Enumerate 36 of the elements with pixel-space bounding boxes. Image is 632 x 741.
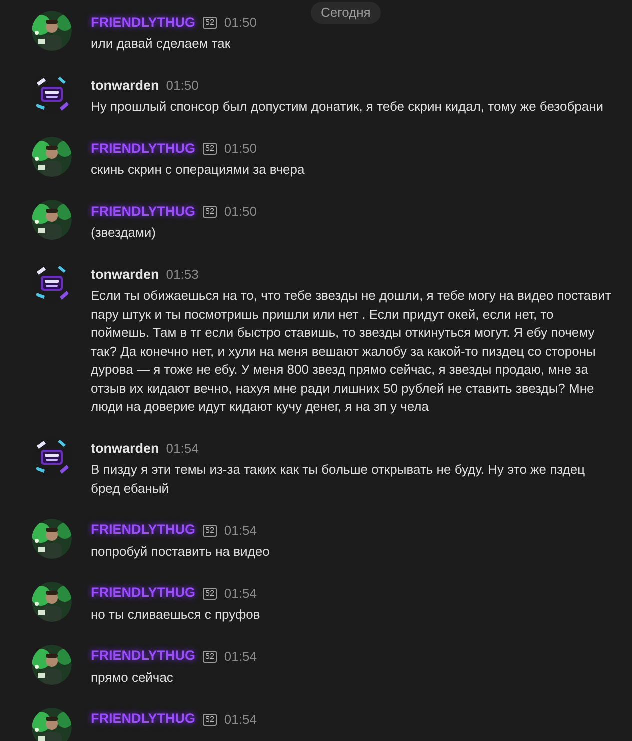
author-name[interactable]: FRIENDLYTHUG xyxy=(91,202,196,222)
author-name[interactable]: FRIENDLYTHUG xyxy=(91,520,196,541)
level-badge: 52 xyxy=(202,714,218,726)
level-badge: 52 xyxy=(202,524,218,536)
message-time: 01:50 xyxy=(224,203,257,222)
author-name[interactable]: tonwarden xyxy=(91,76,160,96)
message-time: 01:54 xyxy=(224,522,257,540)
level-badge: 52 xyxy=(202,17,218,29)
message-text: скинь скрин с операциями за вчера xyxy=(91,161,305,179)
message-time: 01:54 xyxy=(224,648,257,666)
level-badge: 52 xyxy=(202,143,218,155)
level-badge: 52 xyxy=(202,650,218,662)
message-text: (звездами) xyxy=(91,224,158,242)
author-name[interactable]: FRIENDLYTHUG xyxy=(91,138,196,160)
message-time: 01:53 xyxy=(166,266,199,284)
message-text: В пизду я эти темы из-за таких как ты больше открывать не буду. Ну это же пздец бред ебаный xyxy=(91,461,586,498)
author-name[interactable]: FRIENDLYTHUG xyxy=(91,583,196,604)
message-text: прямо сейчас xyxy=(91,668,174,687)
author-name[interactable]: FRIENDLYTHUG xyxy=(91,709,196,730)
message-text: попробуй поставить на видео xyxy=(91,542,270,561)
author-name[interactable]: FRIENDLYTHUG xyxy=(91,646,196,667)
level-badge: 52 xyxy=(202,206,218,218)
message-text: Если ты обижаешься на то, что тебе звезды не дошли, я тебе могу на видео поставит пару штук и ты посмотришь пришли или нет . Если придут окей, если нет, то поймешь. Там в тг если быстро ставишь, то звезды откинуться могут. Я ебу почему так? Да конечно нет, и хули на меня вешают жалобу за какой-то пиздец со стороны дурова — я тоже не ебу. У меня 800 звезд прямо сейчас, я звезды продаю, мне за отзыв их кидают вечно, нахуя мне ради лишних 50 рублей не ставить звезды? Мне люди на доверие идут кидают кучу денег, я на зп у чела xyxy=(91,287,612,416)
message-text: но ты сливаешься с пруфов xyxy=(91,606,260,624)
message-time: 01:50 xyxy=(224,14,257,32)
message-time: 01:54 xyxy=(224,710,257,729)
author-name[interactable]: FRIENDLYTHUG xyxy=(91,12,196,34)
author-name[interactable]: tonwarden xyxy=(91,264,160,286)
author-name[interactable]: tonwarden xyxy=(91,438,160,460)
message-text: Ну прошлый спонсор был допустим донатик, я тебе скрин кидал, тому же безобрани xyxy=(91,98,604,116)
message-time: 01:50 xyxy=(224,140,257,158)
message-time: 01:54 xyxy=(224,584,257,603)
message-text: или давай сделаем так xyxy=(91,35,232,53)
message-time: 01:54 xyxy=(166,440,199,458)
level-badge: 52 xyxy=(202,588,218,600)
message-time: 01:50 xyxy=(166,77,199,96)
